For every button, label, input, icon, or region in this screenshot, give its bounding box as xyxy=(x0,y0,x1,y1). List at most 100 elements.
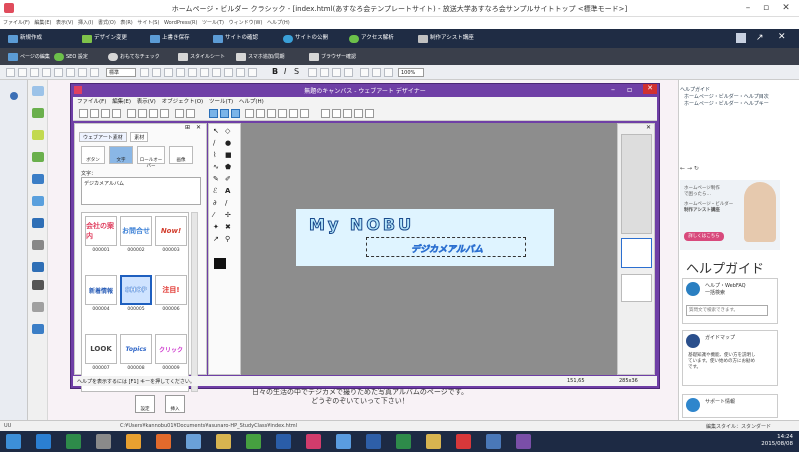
layout-icon[interactable] xyxy=(32,240,44,250)
category-button[interactable]: ボタン xyxy=(81,146,105,164)
back-arrow-icon[interactable]: ← xyxy=(680,165,685,172)
print-icon[interactable] xyxy=(112,109,121,118)
draw-icon[interactable]: / xyxy=(225,200,232,207)
page-body-text[interactable]: 日々の生活の中でデジカメで撮りためた写真アルバムのページです。 どうぞのぞいてい… xyxy=(210,388,510,406)
object-icon[interactable] xyxy=(32,280,44,290)
magic-icon[interactable]: ✦ xyxy=(213,224,220,231)
effect-icon[interactable] xyxy=(332,109,341,118)
tool-icon[interactable] xyxy=(30,68,39,77)
text-icon[interactable] xyxy=(32,86,44,96)
menu-file[interactable]: ファイル(F) xyxy=(3,20,30,26)
webart-canvas[interactable]: My NOBU デジカメアルバム xyxy=(296,209,554,266)
order-icon[interactable] xyxy=(300,109,309,118)
menu-wordpress[interactable]: WordPress(R) xyxy=(164,20,197,26)
photoshop-icon[interactable] xyxy=(276,434,291,449)
assist-course-button[interactable]: 制作アシスト講座 xyxy=(418,33,474,44)
link-icon[interactable] xyxy=(32,196,44,206)
tool-icon[interactable] xyxy=(18,68,27,77)
tool-icon[interactable] xyxy=(54,68,63,77)
material-item-selected[interactable]: SHOP 000005 xyxy=(120,275,152,317)
thumbnail[interactable] xyxy=(621,274,652,302)
ungroup-icon[interactable] xyxy=(278,109,287,118)
material-item[interactable]: クリック 000009 xyxy=(155,334,187,376)
ellipse-icon[interactable]: ● xyxy=(225,140,232,147)
assist-ad[interactable]: ホームページ制作 で困ったら… ホームページ・ビルダー 制作アシスト講座 詳しく… xyxy=(680,180,780,250)
frame-icon[interactable] xyxy=(32,262,44,272)
designer-close-button[interactable]: ✕ xyxy=(643,84,657,94)
align-icon[interactable] xyxy=(256,109,265,118)
menu-tools[interactable]: ツール(T) xyxy=(202,20,224,26)
text-tool-icon[interactable]: A xyxy=(225,188,232,195)
menu-site[interactable]: サイト(S) xyxy=(137,20,159,26)
dmenu-view[interactable]: 表示(V) xyxy=(137,99,156,105)
menu-table[interactable]: 表(R) xyxy=(120,20,132,26)
tree-root[interactable]: ヘルプガイド xyxy=(680,86,786,93)
tool-app-icon[interactable] xyxy=(186,434,201,449)
view-mode-icon[interactable] xyxy=(220,109,229,118)
tool-icon[interactable] xyxy=(320,68,329,77)
tool-icon[interactable] xyxy=(42,68,51,77)
firefox-icon[interactable] xyxy=(156,434,171,449)
smartphone-sync-button[interactable]: スマホ追加/同期 xyxy=(236,52,285,62)
panel-close-icon[interactable]: ✕ xyxy=(196,124,201,131)
hpb-icon[interactable] xyxy=(306,434,321,449)
clock[interactable]: 14:24 2015/08/08 xyxy=(761,434,793,448)
ribbon-close-icon[interactable]: ✕ xyxy=(778,32,786,42)
material-scrollbar[interactable] xyxy=(191,212,198,392)
hand-icon[interactable]: ↗ xyxy=(213,236,220,243)
tab-material[interactable]: 素材 xyxy=(130,132,149,142)
access-analysis-button[interactable]: アクセス解析 xyxy=(349,33,394,44)
browser-check-button[interactable]: ブラウザー確認 xyxy=(309,52,356,62)
rect-icon[interactable]: ■ xyxy=(225,152,232,159)
calc-icon[interactable] xyxy=(396,434,411,449)
maximize-button[interactable]: ▫ xyxy=(758,2,774,14)
refresh-icon[interactable]: ↻ xyxy=(694,165,699,172)
group-icon[interactable] xyxy=(267,109,276,118)
tree-item[interactable]: ホームページ・ビルダー・ヘルプ目次 xyxy=(680,93,786,100)
tool-icon[interactable] xyxy=(344,68,353,77)
tool-icon[interactable] xyxy=(164,68,173,77)
polygon-icon[interactable]: ⬟ xyxy=(225,164,232,171)
effect-icon[interactable] xyxy=(365,109,374,118)
redo-icon[interactable] xyxy=(186,109,195,118)
faq-search-input[interactable]: 質問文で検索できます。 xyxy=(686,305,768,316)
thumbnail-selected[interactable] xyxy=(621,238,652,268)
category-image[interactable]: 画像 xyxy=(169,146,193,164)
curve-icon[interactable]: ∿ xyxy=(213,164,220,171)
page-icon[interactable] xyxy=(32,302,44,312)
material-item[interactable]: 新着情報 000004 xyxy=(85,275,117,317)
menu-insert[interactable]: 挿入(I) xyxy=(78,20,93,26)
tool-icon[interactable] xyxy=(308,68,317,77)
italic-icon[interactable]: I xyxy=(284,67,286,76)
polyline-icon[interactable]: ⌇ xyxy=(213,152,220,159)
undo-icon[interactable] xyxy=(175,109,184,118)
design-change-button[interactable]: デザイン変更 xyxy=(82,33,127,44)
excel-icon[interactable] xyxy=(66,434,81,449)
tool-icon[interactable] xyxy=(224,68,233,77)
material-item[interactable]: 会社の案内 000001 xyxy=(85,216,117,258)
app-icon[interactable] xyxy=(456,434,471,449)
paragraph-style-select[interactable]: 標準 xyxy=(106,68,136,77)
fill-icon[interactable]: ✢ xyxy=(225,212,232,219)
thumbnail[interactable] xyxy=(621,134,652,234)
tool-icon[interactable] xyxy=(176,68,185,77)
tool-icon[interactable] xyxy=(140,68,149,77)
details-button[interactable]: 詳しくはこちら xyxy=(684,232,724,241)
designer-maximize-button[interactable]: ▫ xyxy=(627,85,632,94)
canvas-area[interactable]: My NOBU デジカメアルバム xyxy=(241,123,617,375)
eyedrop-icon[interactable]: ⁄ xyxy=(213,212,220,219)
color-swatch[interactable] xyxy=(214,258,226,269)
material-item[interactable]: Now! 000003 xyxy=(155,216,187,258)
panel-pin-icon[interactable]: ⊞ xyxy=(185,124,190,131)
tree-item[interactable]: ホームページ・ビルダー・ヘルプキー xyxy=(680,100,786,107)
page-edit-button[interactable]: ページの編集 xyxy=(8,52,50,62)
effect-icon[interactable] xyxy=(343,109,352,118)
table-icon[interactable] xyxy=(32,174,44,184)
designer-minimize-button[interactable]: – xyxy=(611,85,615,94)
material-item[interactable]: お問合せ 000002 xyxy=(120,216,152,258)
zoom-fit-icon[interactable] xyxy=(384,68,393,77)
effect-icon[interactable] xyxy=(354,109,363,118)
grid-icon[interactable] xyxy=(736,33,746,43)
tab-webart-material[interactable]: ウェブアート素材 xyxy=(79,132,127,142)
seo-button[interactable]: SEO 設定 xyxy=(54,52,88,62)
